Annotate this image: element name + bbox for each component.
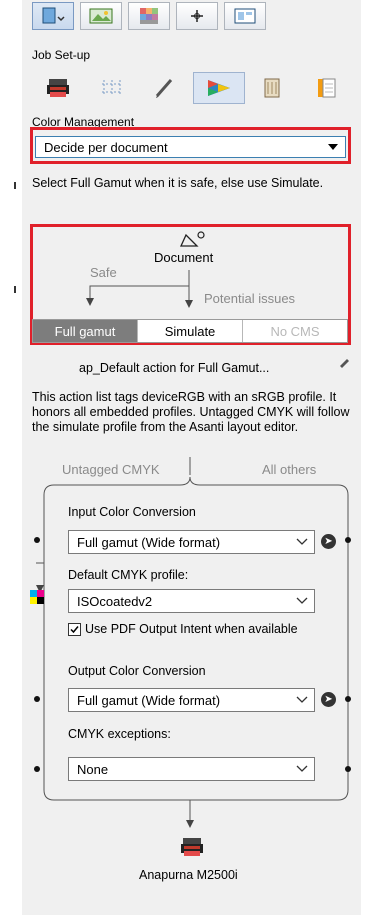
printer-icon bbox=[181, 838, 203, 856]
chevron-down-icon bbox=[328, 144, 338, 150]
decision-diagram bbox=[86, 231, 205, 308]
default-cmyk-select[interactable]: ISOcoatedv2 bbox=[68, 589, 315, 613]
input-conversion-arrow-icon[interactable]: ➤ bbox=[321, 534, 336, 549]
action-name[interactable]: ap_Default action for Full Gamut... bbox=[79, 361, 269, 375]
safe-label: Safe bbox=[90, 265, 117, 280]
tab-grid[interactable] bbox=[86, 72, 138, 104]
chevron-down-icon bbox=[296, 538, 308, 545]
crosshair-icon bbox=[191, 10, 203, 22]
chevron-down-icon bbox=[296, 597, 308, 604]
output-intent-checkbox-row[interactable]: Use PDF Output Intent when available bbox=[68, 622, 298, 636]
simulate-option[interactable]: Simulate bbox=[138, 320, 243, 342]
page-view-icon bbox=[42, 7, 65, 24]
document-label: Document bbox=[154, 250, 214, 265]
page-title: Job Set-up bbox=[32, 48, 91, 62]
potential-issues-label: Potential issues bbox=[204, 291, 296, 306]
color-management-mode-select[interactable]: Decide per document bbox=[35, 136, 346, 158]
color-palette-icon bbox=[140, 8, 158, 24]
input-conversion-value: Full gamut (Wide format) bbox=[77, 534, 221, 550]
output-conversion-value: Full gamut (Wide format) bbox=[77, 692, 221, 708]
checkbox-checked-icon[interactable] bbox=[68, 622, 81, 636]
right-dot bbox=[345, 766, 351, 772]
branch-all-others: All others bbox=[262, 462, 317, 477]
document-icon bbox=[318, 78, 336, 98]
branch-untagged-cmyk: Untagged CMYK bbox=[62, 462, 160, 477]
output-intent-label: Use PDF Output Intent when available bbox=[85, 622, 298, 636]
top-toolbar bbox=[32, 2, 352, 32]
gutter-mark bbox=[14, 182, 16, 189]
mode-select-value: Decide per document bbox=[44, 139, 168, 155]
page-view-button[interactable] bbox=[32, 2, 74, 30]
output-conversion-select[interactable]: Full gamut (Wide format) bbox=[68, 688, 315, 712]
crosshair-button[interactable] bbox=[176, 2, 218, 30]
output-conversion-label: Output Color Conversion bbox=[68, 664, 206, 678]
printer-icon bbox=[46, 79, 69, 97]
tab-color-management[interactable] bbox=[193, 72, 245, 104]
full-gamut-option[interactable]: Full gamut bbox=[33, 320, 138, 342]
color-palette-button[interactable] bbox=[128, 2, 170, 30]
right-dot bbox=[345, 696, 351, 702]
job-setup-panel: Job Set-up Color Management Decide per d… bbox=[22, 0, 361, 915]
pen-icon bbox=[156, 79, 173, 98]
no-cms-option[interactable]: No CMS bbox=[243, 320, 347, 342]
tab-book[interactable] bbox=[247, 72, 299, 104]
left-dot bbox=[34, 537, 40, 543]
output-arrow bbox=[186, 800, 194, 828]
layout-button[interactable] bbox=[224, 2, 266, 30]
action-description: This action list tags deviceRGB with an … bbox=[32, 390, 350, 434]
gutter-mark bbox=[14, 286, 16, 293]
tab-printer[interactable] bbox=[32, 72, 84, 104]
right-dot bbox=[345, 537, 351, 543]
default-cmyk-label: Default CMYK profile: bbox=[68, 568, 189, 582]
cmyk-exceptions-label: CMYK exceptions: bbox=[68, 727, 171, 741]
color-triangle-icon bbox=[207, 80, 230, 96]
category-tabs bbox=[32, 72, 352, 104]
edit-pencil-icon[interactable] bbox=[338, 356, 350, 368]
tab-document[interactable] bbox=[300, 72, 352, 104]
input-conversion-label: Input Color Conversion bbox=[68, 505, 196, 519]
cmyk-exceptions-value: None bbox=[77, 761, 109, 777]
image-icon bbox=[89, 8, 113, 24]
default-cmyk-value: ISOcoatedv2 bbox=[77, 593, 153, 609]
book-icon bbox=[264, 78, 280, 98]
grid-icon bbox=[101, 80, 122, 96]
mode-hint: Select Full Gamut when it is safe, else … bbox=[32, 176, 324, 190]
chevron-down-icon bbox=[296, 765, 308, 772]
cmyk-swatch-icon bbox=[30, 590, 44, 604]
input-conversion-select[interactable]: Full gamut (Wide format) bbox=[68, 530, 315, 554]
left-gutter bbox=[0, 0, 22, 915]
left-dot bbox=[34, 696, 40, 702]
tab-pen[interactable] bbox=[139, 72, 191, 104]
document-mountain-icon bbox=[179, 231, 205, 247]
output-conversion-arrow-icon[interactable]: ➤ bbox=[321, 692, 336, 707]
cmyk-exceptions-select[interactable]: None bbox=[68, 757, 315, 781]
image-button[interactable] bbox=[80, 2, 122, 30]
gamut-mode-segmented: Full gamut Simulate No CMS bbox=[32, 319, 348, 343]
left-dot bbox=[34, 766, 40, 772]
printer-name: Anapurna M2500i bbox=[139, 868, 238, 882]
chevron-down-icon bbox=[296, 696, 308, 703]
layout-icon bbox=[234, 8, 256, 24]
